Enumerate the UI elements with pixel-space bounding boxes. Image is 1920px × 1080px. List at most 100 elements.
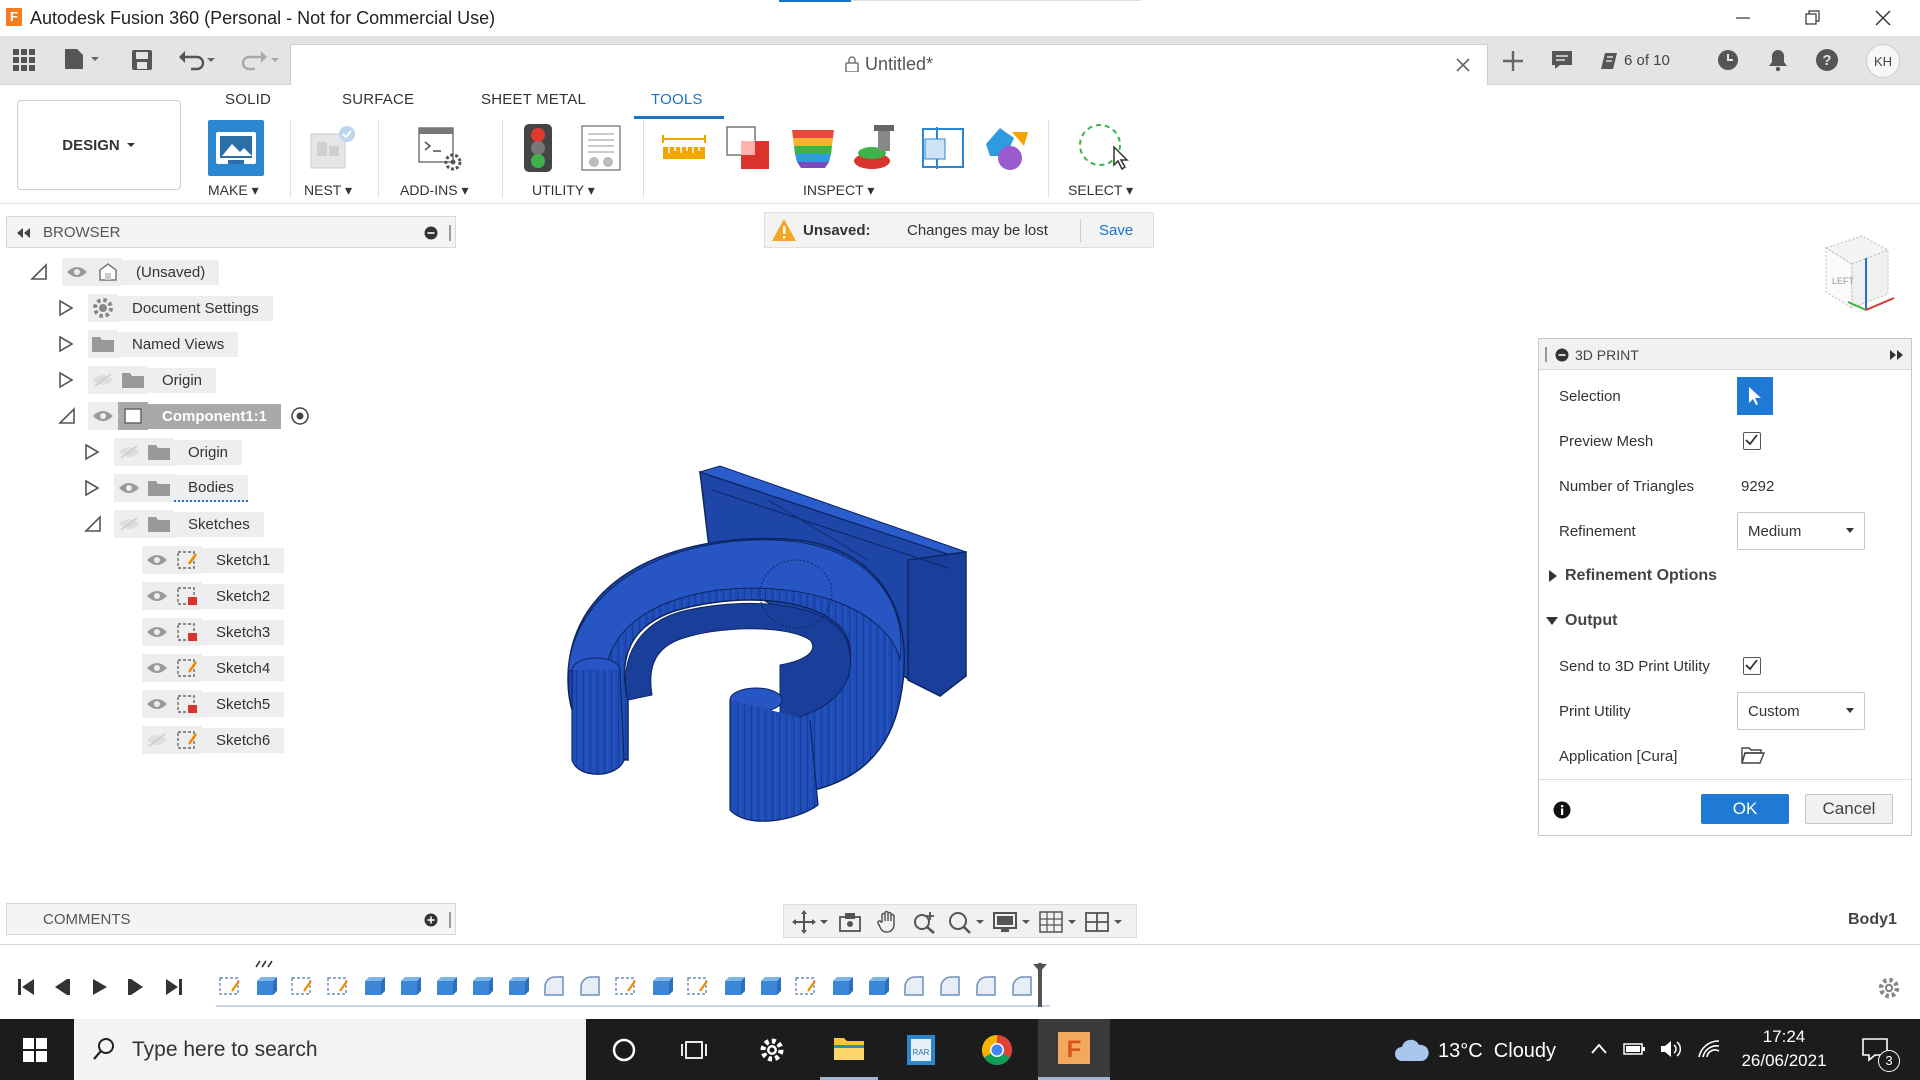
tree-row-sketch[interactable]: Sketch5: [142, 690, 285, 718]
parameters-button[interactable]: [578, 122, 626, 174]
collapsed-triangle-icon[interactable]: [84, 443, 100, 461]
tree-row-sketch[interactable]: Sketch2: [142, 582, 285, 610]
timeline-fillet-feature[interactable]: [972, 973, 1000, 1001]
timeline-extrude-feature[interactable]: [468, 973, 496, 1001]
collapsed-triangle-icon[interactable]: [58, 371, 74, 389]
visibility-toggle[interactable]: [88, 402, 118, 430]
timeline-sketch-feature[interactable]: [612, 973, 640, 1001]
cancel-button[interactable]: Cancel: [1805, 794, 1893, 824]
expanded-triangle-icon[interactable]: [58, 407, 76, 425]
timeline-extrude-feature[interactable]: [648, 973, 676, 1001]
minimize-button[interactable]: [1713, 0, 1773, 36]
info-icon[interactable]: [1553, 801, 1571, 819]
tab-sheet-metal[interactable]: SHEET METAL: [481, 91, 586, 108]
model-viewport[interactable]: [548, 460, 968, 830]
ok-button[interactable]: OK: [1701, 794, 1789, 824]
tree-row-sketches[interactable]: Sketches: [84, 510, 264, 538]
visibility-toggle[interactable]: [142, 582, 172, 610]
scripts-addins-button[interactable]: [412, 122, 466, 174]
fusion-taskbar-button[interactable]: F: [1038, 1019, 1110, 1080]
file-menu-button[interactable]: [60, 44, 104, 74]
clock[interactable]: 17:24 26/06/2021: [1736, 1024, 1832, 1076]
panel-resize-handle[interactable]: [449, 225, 451, 241]
timeline-extrude-feature[interactable]: [504, 973, 532, 1001]
start-button[interactable]: [0, 1019, 70, 1080]
print-utility-select[interactable]: Custom: [1737, 692, 1865, 730]
plus-circle-icon[interactable]: [424, 913, 438, 927]
save-toolbar-button[interactable]: [128, 46, 156, 74]
panel-resize-handle[interactable]: [449, 912, 451, 928]
timeline-extrude-feature[interactable]: [828, 973, 856, 1001]
timeline-play-button[interactable]: [86, 973, 114, 1001]
visibility-toggle[interactable]: [142, 654, 172, 682]
nest-group-label[interactable]: NEST ▾: [304, 182, 352, 199]
collapsed-triangle-icon[interactable]: [58, 299, 74, 317]
visibility-toggle[interactable]: [142, 690, 172, 718]
compute-all-button[interactable]: [516, 120, 560, 176]
dialog-header[interactable]: 3D PRINT: [1539, 339, 1911, 370]
user-avatar[interactable]: KH: [1866, 44, 1900, 78]
timeline-prev-button[interactable]: [48, 973, 76, 1001]
tree-row-component-origin[interactable]: Origin: [84, 438, 243, 466]
expanded-triangle-icon[interactable]: [30, 263, 48, 281]
display-settings-button[interactable]: [990, 909, 1032, 935]
measure-button[interactable]: [658, 124, 710, 172]
refinement-options-toggle[interactable]: Refinement Options: [1547, 567, 1717, 585]
visibility-toggle[interactable]: [114, 438, 144, 466]
tree-row-bodies[interactable]: Bodies: [84, 474, 248, 502]
save-link[interactable]: Save: [1099, 222, 1133, 239]
zoom-button[interactable]: [908, 909, 940, 935]
inspect-group-label[interactable]: INSPECT ▾: [803, 182, 874, 199]
tab-solid[interactable]: SOLID: [225, 91, 271, 108]
draft-analysis-button[interactable]: [850, 120, 904, 176]
comments-toolbar-button[interactable]: [1548, 46, 1576, 74]
activate-radio-icon[interactable]: [289, 405, 311, 427]
notifications-button[interactable]: [1764, 46, 1792, 74]
timeline-extrude-feature[interactable]: [756, 973, 784, 1001]
tab-surface[interactable]: SURFACE: [342, 91, 414, 108]
timeline-sketch-feature[interactable]: [216, 973, 244, 1001]
timeline-extrude-feature[interactable]: [396, 973, 424, 1001]
timeline-fillet-feature[interactable]: [1008, 973, 1036, 1001]
expanded-triangle-icon[interactable]: [84, 515, 102, 533]
timeline-extrude-feature[interactable]: [720, 973, 748, 1001]
fit-button[interactable]: [944, 909, 986, 935]
visibility-toggle[interactable]: [142, 618, 172, 646]
tree-row-component[interactable]: Component1:1: [58, 402, 311, 430]
tree-row-named-views[interactable]: Named Views: [58, 330, 239, 358]
history-button[interactable]: [1714, 46, 1742, 74]
timeline-last-button[interactable]: [160, 973, 188, 1001]
taskbar-search[interactable]: Type here to search: [74, 1019, 586, 1080]
section-analysis-button[interactable]: [916, 122, 970, 174]
visibility-toggle[interactable]: [88, 366, 118, 394]
timeline-settings-button[interactable]: [1874, 973, 1904, 1003]
tree-row-sketch[interactable]: Sketch4: [142, 654, 285, 682]
addins-group-label[interactable]: ADD-INS ▾: [400, 182, 468, 199]
zebra-analysis-button[interactable]: [786, 122, 840, 174]
timeline-sketch-feature[interactable]: [324, 973, 352, 1001]
visibility-toggle[interactable]: [142, 726, 172, 754]
battery-indicator[interactable]: [1620, 1034, 1650, 1064]
nest-tool-button[interactable]: [306, 122, 360, 174]
restore-button[interactable]: [1783, 0, 1843, 36]
tree-row-origin[interactable]: Origin: [58, 366, 217, 394]
grid-settings-button[interactable]: [1036, 909, 1078, 935]
visibility-toggle[interactable]: [114, 510, 144, 538]
preview-mesh-checkbox[interactable]: [1743, 432, 1761, 450]
tree-row-sketch[interactable]: Sketch3: [142, 618, 285, 646]
timeline-fillet-feature[interactable]: [900, 973, 928, 1001]
job-status-button[interactable]: 6 of 10: [1598, 46, 1682, 74]
undo-button[interactable]: [176, 46, 222, 74]
timeline-extrude-feature[interactable]: [252, 973, 280, 1001]
orbit-button[interactable]: [790, 909, 830, 935]
tree-row-document-settings[interactable]: Document Settings: [58, 294, 273, 322]
timeline-fillet-feature[interactable]: [936, 973, 964, 1001]
collapsed-triangle-icon[interactable]: [58, 335, 74, 353]
data-panel-button[interactable]: [10, 46, 38, 74]
collapsed-triangle-icon[interactable]: [84, 479, 100, 497]
timeline-fillet-feature[interactable]: [576, 973, 604, 1001]
new-tab-button[interactable]: [1498, 44, 1528, 78]
timeline-next-button[interactable]: [122, 973, 150, 1001]
chrome-button[interactable]: [968, 1019, 1026, 1080]
timeline-extrude-feature[interactable]: [864, 973, 892, 1001]
